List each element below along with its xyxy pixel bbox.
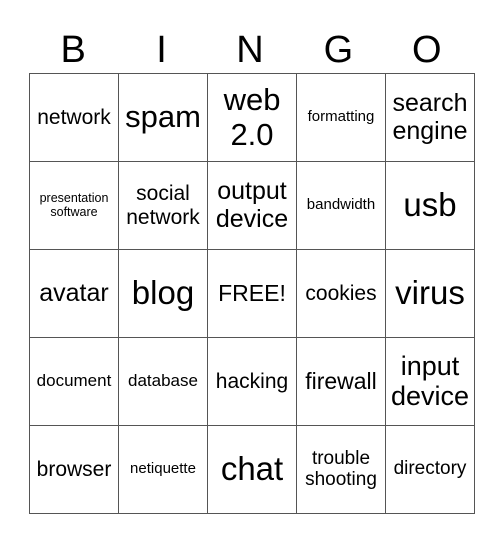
bingo-cell[interactable]: virus bbox=[385, 249, 475, 338]
bingo-cell[interactable]: usb bbox=[385, 161, 475, 250]
cell-line: software bbox=[50, 204, 98, 219]
cell-line: database bbox=[128, 371, 198, 391]
bingo-cell[interactable]: chat bbox=[207, 425, 297, 514]
bingo-cell[interactable]: avatar bbox=[29, 249, 119, 338]
bingo-cell[interactable]: bandwidth bbox=[296, 161, 386, 250]
free-space-cell[interactable]: FREE! bbox=[207, 249, 297, 338]
bingo-cell[interactable]: browser bbox=[29, 425, 119, 514]
bingo-cell[interactable]: trouble shooting bbox=[296, 425, 386, 514]
bingo-cell[interactable]: presentation software bbox=[29, 161, 119, 250]
cell-line: network bbox=[37, 105, 111, 129]
cell-line: FREE! bbox=[218, 279, 286, 306]
bingo-row: browser netiquette chat trouble shooting … bbox=[29, 425, 475, 514]
cell-line: shooting bbox=[305, 468, 377, 490]
bingo-cell[interactable]: output device bbox=[207, 161, 297, 250]
bingo-cell[interactable]: blog bbox=[118, 249, 208, 338]
cell-line: social bbox=[136, 182, 190, 206]
bingo-cell[interactable]: search engine bbox=[385, 73, 475, 162]
cell-line: output bbox=[217, 177, 287, 205]
bingo-row: presentation software social network outpu… bbox=[29, 161, 475, 250]
cell-line: virus bbox=[395, 274, 465, 312]
cell-line: directory bbox=[393, 458, 467, 480]
header-letter-g: G bbox=[323, 29, 354, 71]
cell-line: trouble bbox=[311, 447, 371, 469]
bingo-row: network spam web 2.0 formatting search eng… bbox=[29, 73, 475, 162]
cell-line: blog bbox=[131, 274, 195, 312]
cell-line: device bbox=[215, 204, 289, 233]
bingo-cell[interactable]: network bbox=[29, 73, 119, 162]
bingo-cell[interactable]: firewall bbox=[296, 337, 386, 426]
cell-line: netiquette bbox=[130, 460, 196, 478]
bingo-cell[interactable]: cookies bbox=[296, 249, 386, 338]
cell-line: search bbox=[392, 89, 468, 117]
cell-line: bandwidth bbox=[306, 196, 376, 214]
cell-line: input bbox=[400, 350, 460, 381]
bingo-cell[interactable]: spam bbox=[118, 73, 208, 162]
bingo-cell[interactable]: formatting bbox=[296, 73, 386, 162]
header-letter-b: B bbox=[60, 29, 86, 71]
bingo-cell[interactable]: web 2.0 bbox=[207, 73, 297, 162]
cell-line: chat bbox=[220, 450, 284, 488]
cell-line: presentation bbox=[39, 190, 109, 205]
header-letter-o: O bbox=[411, 29, 442, 71]
cell-line: document bbox=[36, 371, 112, 391]
header-letter-n: N bbox=[236, 29, 264, 71]
cell-line: avatar bbox=[39, 278, 109, 307]
bingo-row: document database hacking firewall input… bbox=[29, 337, 475, 426]
bingo-cell[interactable]: database bbox=[118, 337, 208, 426]
cell-line: network bbox=[126, 205, 200, 229]
cell-line: formatting bbox=[307, 108, 375, 126]
bingo-cell[interactable]: directory bbox=[385, 425, 475, 514]
cell-line: engine bbox=[392, 116, 468, 145]
cell-line: spam bbox=[125, 99, 201, 135]
bingo-row: avatar blog FREE! cookies virus bbox=[29, 249, 475, 338]
bingo-cell[interactable]: netiquette bbox=[118, 425, 208, 514]
cell-line: firewall bbox=[305, 367, 377, 394]
cell-line: 2.0 bbox=[230, 116, 274, 152]
header-letter-i: I bbox=[156, 29, 167, 71]
bingo-cell[interactable]: document bbox=[29, 337, 119, 426]
bingo-cell[interactable]: input device bbox=[385, 337, 475, 426]
cell-line: hacking bbox=[215, 369, 289, 393]
bingo-cell[interactable]: hacking bbox=[207, 337, 297, 426]
cell-line: device bbox=[390, 380, 470, 411]
bingo-header: B I N G O bbox=[29, 28, 471, 73]
cell-line: cookies bbox=[305, 281, 377, 305]
bingo-cell[interactable]: social network bbox=[118, 161, 208, 250]
cell-line: browser bbox=[36, 457, 112, 481]
cell-line: usb bbox=[403, 186, 457, 224]
bingo-card-grid: network spam web 2.0 formatting search eng… bbox=[29, 73, 475, 514]
cell-line: web bbox=[223, 82, 281, 118]
